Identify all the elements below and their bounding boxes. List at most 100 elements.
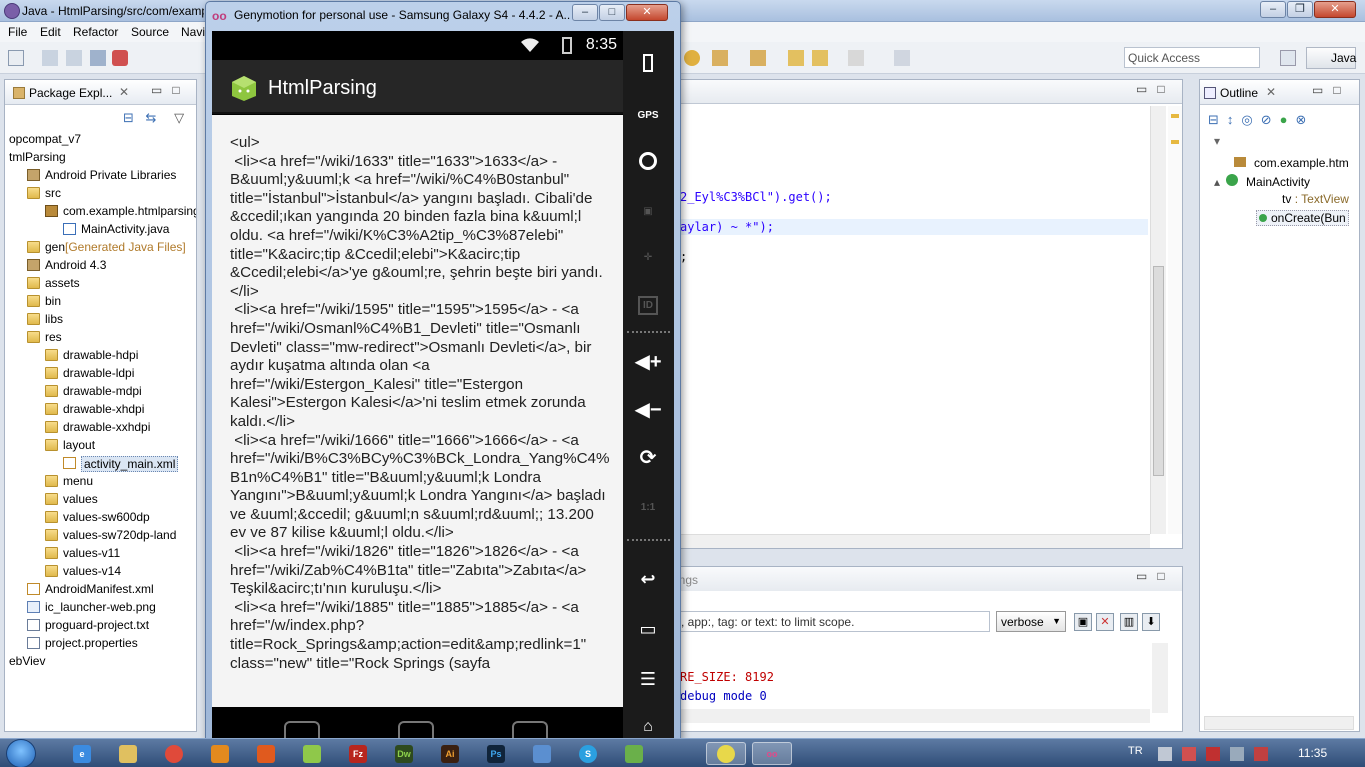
home-button-icon[interactable]: ⌂ [634,713,662,741]
clear-log-icon[interactable]: ✕ [1096,613,1114,631]
close-button[interactable]: ✕ [626,4,668,21]
photoshop-taskbar-icon[interactable]: Ps [476,742,516,765]
logcat-filter-input[interactable]: , app:, tag: or text: to limit scope. [680,611,990,632]
menu-button-icon[interactable]: ☰ [634,665,662,693]
new-icon[interactable] [8,50,24,66]
ie-taskbar-icon[interactable]: e [62,742,102,765]
dreamweaver-taskbar-icon[interactable]: Dw [384,742,424,765]
tree-item[interactable]: res [5,328,196,346]
tree-item[interactable]: proguard-project.txt [5,616,196,634]
outline-minimize-maximize-icons[interactable]: ▭□ [1312,83,1351,97]
outline-package[interactable]: com.example.htm [1234,156,1349,170]
maximize-button[interactable]: □ [599,4,625,21]
tree-item[interactable]: bin [5,292,196,310]
tree-item[interactable]: assets [5,274,196,292]
show-hidden-icons[interactable] [1158,747,1172,761]
editor-horizontal-scrollbar[interactable] [680,534,1150,548]
editor-vertical-scrollbar[interactable] [1150,106,1166,534]
hide-local-types-icon[interactable]: ⊗ [1296,112,1315,127]
tree-item[interactable]: layout [5,436,196,454]
link-editor-icon[interactable]: ⇆ [146,110,157,125]
outline-class[interactable]: ▴ MainActivity [1214,174,1310,189]
view-menu-icon[interactable]: ▽ [174,110,184,125]
pin-editor-icon[interactable] [894,50,910,66]
sort-icon[interactable]: ↕ [1227,112,1242,127]
maximize-button[interactable]: ❐ [1287,1,1313,18]
scroll-lock-icon[interactable]: ⬇ [1142,613,1160,631]
genymotion-taskbar-button[interactable]: oo [752,742,792,765]
tree-item[interactable]: values-sw720dp-land [5,526,196,544]
volume-icon[interactable] [1254,747,1268,761]
tree-item[interactable]: tmlParsing [5,148,196,166]
emulator-screen[interactable]: 8:35 HtmlParsing <ul> <li><a href="/wiki… [212,31,674,742]
tree-item[interactable]: AndroidManifest.xml [5,580,196,598]
tree-item[interactable]: drawable-xxhdpi [5,418,196,436]
log-level-select[interactable]: verbose [996,611,1066,632]
tree-item[interactable]: com.example.htmlparsing [5,202,196,220]
illustrator-taskbar-icon[interactable]: Ai [430,742,470,765]
collapse-all-icon[interactable]: ⊟ [1208,112,1227,127]
tree-item[interactable]: MainActivity.java [5,220,196,238]
hide-nonpublic-icon[interactable]: ● [1280,112,1296,127]
gps-widget-icon[interactable]: GPS [634,101,662,129]
menu-refactor[interactable]: Refactor [73,25,118,39]
menu-source[interactable]: Source [131,25,169,39]
volume-up-icon[interactable]: ◀+ [634,347,662,375]
app-taskbar-icon[interactable] [614,742,654,765]
tree-item[interactable]: values [5,490,196,508]
outline-tab[interactable]: Outline ✕ ▭□ [1200,80,1359,105]
code-editor[interactable]: ▭□ 2_Eyl%C3%BCl").get(); aylar) ~ *"); ; [679,79,1183,549]
chrome-taskbar-icon[interactable] [154,742,194,765]
logcat-minimize-maximize-icons[interactable]: ▭□ [1136,569,1175,583]
notepad-taskbar-icon[interactable] [292,742,332,765]
last-edit-icon[interactable] [750,50,766,66]
tree-item[interactable]: Android 4.3 [5,256,196,274]
tree-item[interactable]: gen [Generated Java Files] [5,238,196,256]
explorer-taskbar-icon[interactable] [108,742,148,765]
tree-item[interactable]: activity_main.xml [5,454,196,472]
minimize-button[interactable]: – [1260,1,1286,18]
start-button[interactable] [6,739,36,767]
toggle-columns-icon[interactable]: ▥ [1120,613,1138,631]
close-icon[interactable]: ✕ [1266,85,1276,99]
tree-item[interactable]: values-sw600dp [5,508,196,526]
minimize-button[interactable]: – [572,4,598,21]
skype-taskbar-icon[interactable]: S [568,742,608,765]
tree-item[interactable]: ebViev [5,652,196,670]
tree-item[interactable]: drawable-xhdpi [5,400,196,418]
app-taskbar-icon[interactable] [246,742,286,765]
tree-item[interactable]: opcompat_v7 [5,130,196,148]
back-icon[interactable] [788,50,804,66]
prev-annotation-icon[interactable] [712,50,728,66]
java-perspective-button[interactable]: Java [1306,47,1356,69]
hide-fields-icon[interactable]: ◎ [1241,112,1260,127]
recent-apps-icon[interactable]: ▭ [634,615,662,643]
tree-item[interactable]: project.properties [5,634,196,652]
menu-file[interactable]: File [8,25,27,39]
clock[interactable]: 11:35 [1298,746,1327,760]
network-icon[interactable] [1182,747,1196,761]
app-content[interactable]: <ul> <li><a href="/wiki/1633" title="163… [212,115,623,707]
save-log-icon[interactable]: ▣ [1074,613,1092,631]
back-button-icon[interactable]: ↩ [634,565,662,593]
eclipse-taskbar-button[interactable] [706,742,746,765]
media-player-taskbar-icon[interactable] [200,742,240,765]
outline-method[interactable]: onCreate(Bun [1256,210,1349,226]
menu-edit[interactable]: Edit [40,25,61,39]
tree-item[interactable]: Android Private Libraries [5,166,196,184]
next-annotation-icon[interactable] [684,50,700,66]
webcam-widget-icon[interactable] [634,147,662,175]
flag-icon[interactable] [1230,747,1244,761]
outline-horizontal-scrollbar[interactable] [1204,716,1354,730]
back-history-icon[interactable] [812,50,828,66]
tree-item[interactable]: ic_launcher-web.png [5,598,196,616]
close-button[interactable]: ✕ [1314,1,1356,18]
hide-static-icon[interactable]: ⊘ [1261,112,1280,127]
outline-field[interactable]: tv : TextView [1282,192,1349,206]
tree-item[interactable]: src [5,184,196,202]
save-all-icon[interactable] [66,50,82,66]
battery-widget-icon[interactable] [634,49,662,77]
android-sdk-icon[interactable] [112,50,128,66]
volume-down-icon[interactable]: ◀− [634,395,662,423]
minimize-maximize-icons[interactable]: ▭□ [151,83,190,97]
